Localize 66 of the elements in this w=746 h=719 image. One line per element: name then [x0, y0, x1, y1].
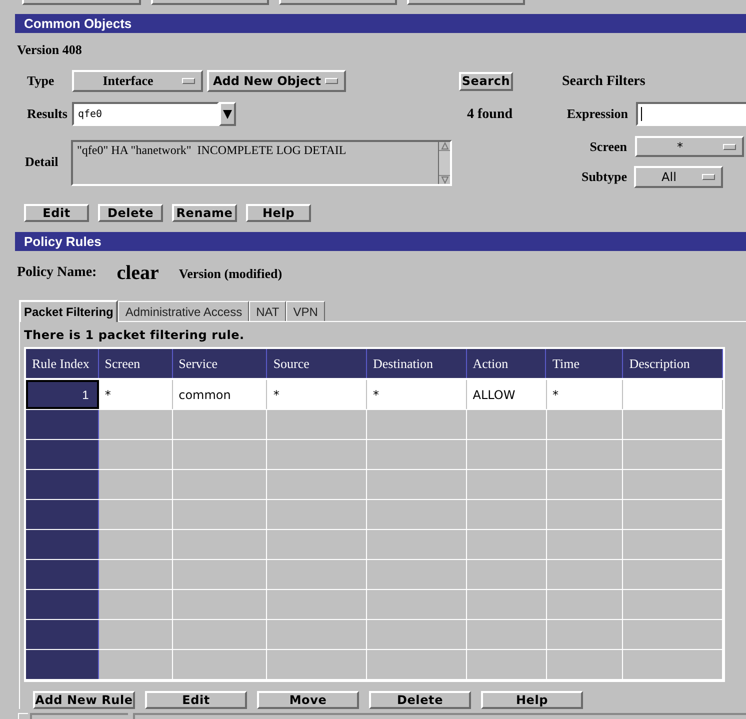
column-header[interactable]: Screen: [98, 349, 173, 378]
action-button[interactable]: Rename: [172, 204, 237, 222]
table-cell: *: [367, 380, 467, 409]
type-label: Type: [27, 72, 56, 90]
version-status: Version (modified): [178, 264, 282, 283]
section-header: Policy Rules: [15, 232, 746, 251]
action-button[interactable]: Edit: [145, 691, 247, 709]
search-filters-title: Search Filters: [562, 72, 646, 90]
action-button[interactable]: Help: [481, 691, 583, 709]
section-header: Common Objects: [15, 14, 746, 33]
column-header[interactable]: Service: [172, 349, 268, 378]
dropdown[interactable]: Interface: [72, 70, 203, 92]
column-header[interactable]: Destination: [367, 349, 467, 378]
policy-name: clear: [116, 263, 159, 283]
action-button[interactable]: Add New Rule: [33, 691, 135, 709]
table-cell: *: [267, 380, 368, 409]
policy-name-label: Policy Name:: [17, 264, 97, 282]
tab[interactable]: Packet Filtering: [19, 300, 118, 322]
toolbar-button[interactable]: [279, 0, 397, 5]
column-header[interactable]: Action: [466, 349, 546, 378]
table-cell: *: [98, 380, 173, 409]
detail-text-area[interactable]: "qfe0" HA "hanetwork" INCOMPLETE LOG DETAIL: [71, 140, 452, 186]
column-header[interactable]: Source: [267, 349, 368, 378]
column-header[interactable]: Time: [546, 349, 624, 378]
tab[interactable]: VPN: [286, 301, 325, 321]
scrollbar[interactable]: [438, 142, 450, 184]
toolbar-button[interactable]: [22, 0, 141, 5]
column-header[interactable]: Rule Index: [26, 349, 99, 378]
down-triangle-icon: [223, 109, 232, 119]
scroll-down-icon: [440, 176, 448, 184]
dropdown-indicator-icon: [723, 144, 736, 150]
search-button[interactable]: Search: [459, 72, 513, 90]
results-field[interactable]: qfe0: [72, 102, 219, 126]
tab[interactable]: Administrative Access: [118, 301, 250, 321]
table-cell: common: [172, 380, 268, 409]
version-label: Version 408: [17, 43, 83, 57]
dropdown[interactable]: *: [635, 136, 744, 157]
results-label: Results: [27, 105, 68, 124]
toolbar-button[interactable]: [407, 0, 525, 5]
column-header[interactable]: Description: [623, 349, 723, 378]
results-count: 4 found: [467, 106, 514, 124]
detail-text: "qfe0" HA "hanetwork" INCOMPLETE LOG DETAIL: [76, 142, 348, 159]
action-button[interactable]: Edit: [24, 204, 89, 222]
action-button[interactable]: Delete: [98, 204, 163, 222]
dropdown-button[interactable]: [219, 102, 236, 126]
dropdown-indicator-icon: [325, 78, 338, 84]
subtype-label: Subtype: [580, 168, 627, 186]
table-cell: *: [546, 380, 624, 409]
screen-label: Screen: [588, 138, 627, 156]
detail-label: Detail: [25, 153, 60, 172]
text-cursor-icon: [641, 107, 642, 121]
expression-field[interactable]: [636, 102, 746, 126]
expression-label: Expression: [566, 105, 628, 124]
dropdown[interactable]: Add New Object: [207, 70, 346, 92]
table-cell: ALLOW: [466, 380, 546, 409]
rule-index-cell[interactable]: 1: [26, 380, 99, 409]
scroll-up-icon: [440, 142, 448, 150]
dropdown[interactable]: All: [634, 166, 723, 188]
tab[interactable]: NAT: [249, 301, 286, 321]
rule-count-text: There is 1 packet filtering rule.: [24, 327, 246, 343]
action-button[interactable]: Help: [246, 204, 311, 222]
dropdown-indicator-icon: [702, 174, 715, 180]
action-button[interactable]: Delete: [369, 691, 471, 709]
action-button[interactable]: Move: [257, 691, 359, 709]
dropdown-indicator-icon: [182, 78, 195, 84]
toolbar-button[interactable]: [151, 0, 269, 5]
